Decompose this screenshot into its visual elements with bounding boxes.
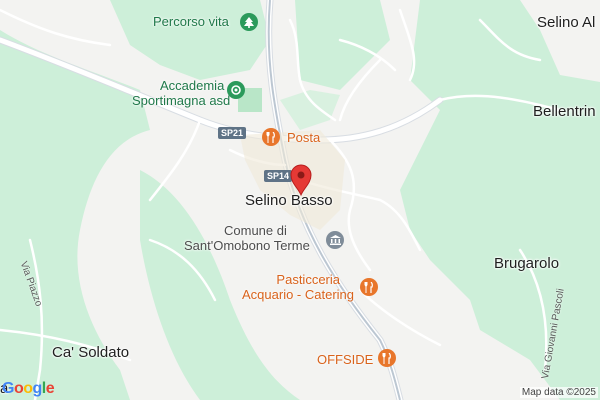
map-canvas[interactable]: Percorso vita Accademia Sportimagna asd … (0, 0, 600, 400)
place-label-selino-alto[interactable]: Selino Al (537, 14, 595, 31)
place-label-selino-basso[interactable]: Selino Basso (245, 192, 333, 209)
poi-label-percorso-vita[interactable]: Percorso vita (153, 14, 229, 29)
building-icon[interactable] (326, 231, 344, 249)
poi-label-offside[interactable]: OFFSIDE (317, 352, 373, 367)
tree-icon[interactable] (240, 13, 258, 31)
sports-icon[interactable] (227, 81, 245, 99)
fork-knife-icon[interactable] (378, 349, 396, 367)
map-attribution[interactable]: Map data ©2025 (519, 387, 598, 398)
road-shield-sp14: SP14 (264, 170, 293, 182)
poi-label-comune[interactable]: Comune di Sant'Omobono Terme (184, 223, 310, 253)
place-label-brugarolo[interactable]: Brugarolo (494, 255, 559, 272)
poi-label-pasticceria[interactable]: Pasticceria Acquario - Catering (242, 272, 354, 302)
place-label-ca-soldato[interactable]: Ca' Soldato (52, 344, 129, 361)
poi-label-accademia[interactable]: Accademia Sportimagna asd (132, 78, 230, 108)
fork-knife-icon[interactable] (262, 128, 280, 146)
road-shield-sp21: SP21 (218, 127, 247, 139)
poi-label-posta[interactable]: Posta (287, 130, 320, 145)
google-logo: Google (2, 380, 55, 397)
fork-knife-icon[interactable] (360, 278, 378, 296)
place-label-bellentrino[interactable]: Bellentrin (533, 103, 596, 120)
